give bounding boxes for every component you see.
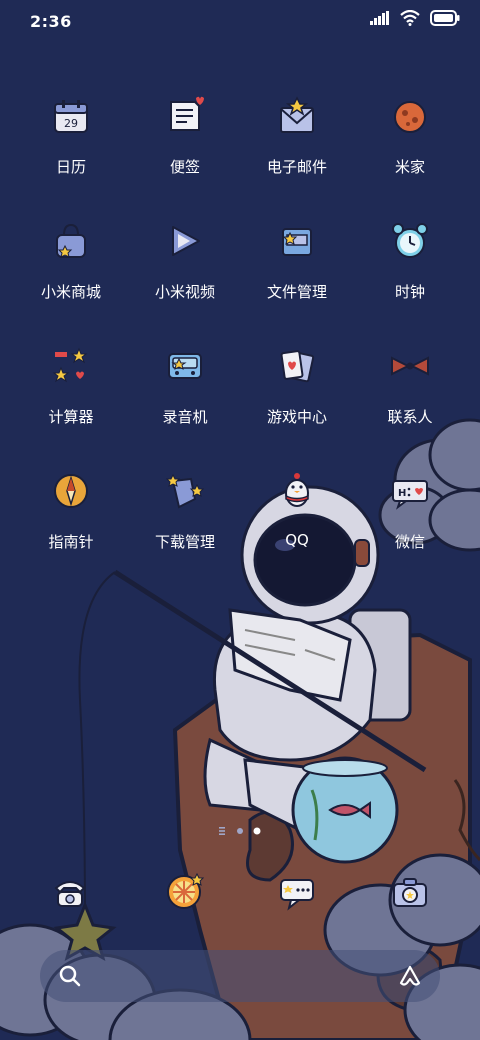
clock-icon [392, 223, 428, 258]
app-label: 小米商城 [40, 283, 101, 301]
calendar-date: 29 [64, 117, 78, 130]
app-label: 小米视频 [154, 283, 215, 301]
wechat-icon: H [392, 480, 428, 510]
assistant-icon[interactable] [398, 964, 422, 988]
app-game-center[interactable]: 游戏中心 [242, 340, 352, 440]
notes-icon [170, 96, 204, 131]
phone-icon[interactable] [50, 872, 90, 912]
app-label: 电子邮件 [266, 158, 327, 176]
app-label: 时钟 [394, 283, 425, 301]
app-label: 文件管理 [266, 283, 327, 301]
status-icons [370, 10, 460, 26]
file-manager-icon [282, 228, 312, 256]
app-row-1: 29 日历 便签 电子邮件 米家 [0, 90, 480, 200]
app-mi-home[interactable]: 米家 [355, 90, 465, 190]
calendar-icon: 29 [54, 100, 88, 133]
compass-icon [54, 474, 88, 508]
messages-icon[interactable] [277, 872, 317, 912]
app-row-3: 计算器 录音机 游戏中心 联系人 [0, 340, 480, 450]
app-label: 录音机 [162, 408, 208, 426]
app-label: QQ [285, 531, 309, 549]
camera-icon[interactable] [390, 872, 430, 912]
home-screen: 2:36 29 日历 便签 电子邮件 米家 小米商城 小米视频 文件管理 时钟 … [0, 0, 480, 1040]
wifi-icon [400, 10, 420, 26]
app-clock[interactable]: 时钟 [355, 215, 465, 315]
app-row-4: 指南针 下载管理 QQ H 微信 [0, 465, 480, 575]
app-download-manager[interactable]: 下载管理 [130, 465, 240, 565]
signal-icon [370, 11, 389, 25]
app-label: 微信 [394, 533, 425, 551]
search-bar[interactable] [40, 950, 440, 1002]
app-file-manager[interactable]: 文件管理 [242, 215, 352, 315]
app-label: 米家 [394, 158, 425, 176]
app-recorder[interactable]: 录音机 [130, 340, 240, 440]
page-dot [237, 828, 243, 834]
mi-store-icon [56, 223, 86, 258]
app-label: 日历 [55, 158, 86, 176]
app-mi-video[interactable]: 小米视频 [130, 215, 240, 315]
calculator-icon [52, 347, 88, 383]
app-compass[interactable]: 指南针 [16, 465, 126, 565]
email-icon [280, 96, 314, 133]
page-dot-active [253, 827, 261, 835]
svg-text:H: H [398, 488, 406, 499]
browser-icon[interactable] [164, 872, 204, 912]
contacts-icon [391, 356, 429, 376]
mi-video-icon [172, 226, 200, 256]
app-contacts[interactable]: 联系人 [355, 340, 465, 440]
app-mi-store[interactable]: 小米商城 [16, 215, 126, 315]
page-indicator[interactable] [215, 826, 275, 836]
app-calendar[interactable]: 29 日历 [16, 90, 126, 190]
app-wechat[interactable]: H 微信 [355, 465, 465, 565]
game-center-icon [280, 350, 315, 383]
qq-icon [285, 473, 309, 507]
app-email[interactable]: 电子邮件 [242, 90, 352, 190]
battery-icon [430, 10, 460, 26]
status-bar: 2:36 [0, 0, 480, 40]
app-label: 便签 [169, 158, 200, 176]
app-label: 下载管理 [154, 533, 215, 551]
app-qq[interactable]: QQ [242, 465, 352, 565]
app-label: 指南针 [48, 533, 94, 551]
page-indicator-home [219, 827, 225, 835]
download-manager-icon [165, 473, 205, 509]
mi-home-icon [394, 101, 426, 133]
app-notes[interactable]: 便签 [130, 90, 240, 190]
app-label: 联系人 [387, 408, 433, 426]
app-calculator[interactable]: 计算器 [16, 340, 126, 440]
app-row-2: 小米商城 小米视频 文件管理 时钟 [0, 215, 480, 325]
app-label: 计算器 [48, 408, 94, 426]
recorder-icon [168, 353, 202, 379]
app-label: 游戏中心 [266, 408, 327, 426]
search-icon [59, 965, 81, 987]
dock [0, 860, 480, 920]
status-time: 2:36 [30, 12, 72, 31]
